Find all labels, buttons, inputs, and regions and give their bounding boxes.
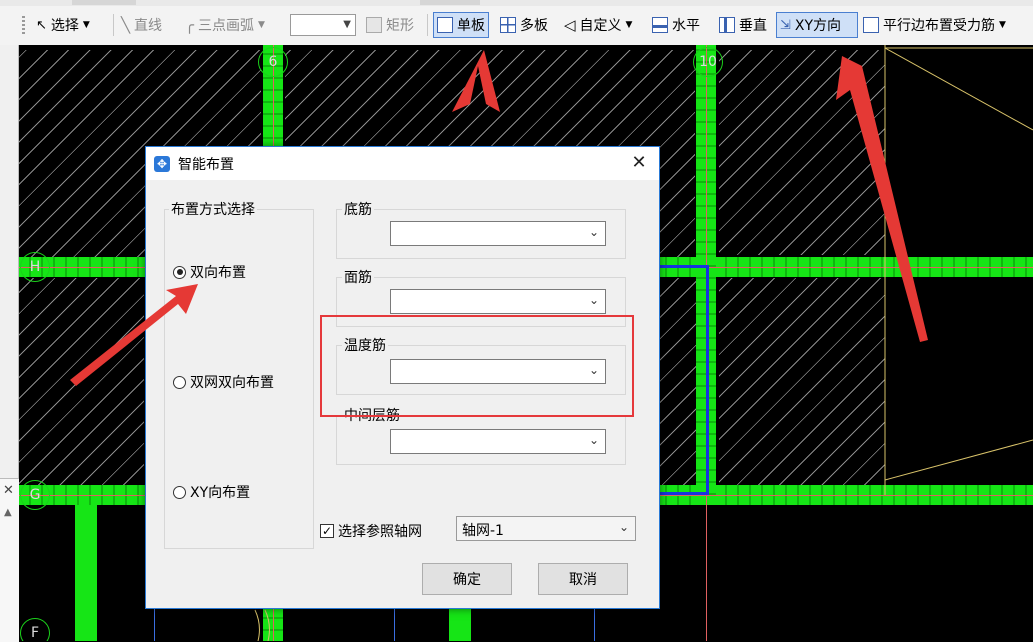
close-icon[interactable]: ✕ [629,153,649,173]
horizontal-button[interactable]: 水平 [652,12,700,38]
single-slab-icon [437,17,453,33]
pointer-icon: ↖ [36,17,47,33]
dialog-title-bar[interactable]: ✥ 智能布置 ✕ [146,147,659,180]
line-button[interactable]: ╲ 直线 [121,12,162,38]
rebar-line [594,605,595,641]
radio-xy[interactable]: XY向布置 [173,482,250,502]
vertical-icon [719,17,735,33]
checkbox-checked-icon: ✓ [320,524,334,538]
axis-bubble-top-b: 10 [693,47,723,77]
chevron-down-icon: ⌄ [588,225,599,239]
rebar-line [154,605,155,641]
vertical-button[interactable]: 垂直 [719,12,767,38]
axis-bubble-top-a: 6 [258,47,288,77]
axis-bubble-row-c: F [20,618,50,641]
caret-down-icon: ▼ [258,20,265,30]
temp-rebar-highlight [320,315,634,417]
arc-icon: ╭ [185,16,195,34]
radio-xy-label: XY向布置 [190,485,251,501]
caret-down-icon: ▼ [343,19,351,30]
parallel-label: 平行边布置受力筋 [883,18,995,34]
line-icon: ╲ [121,16,131,34]
move-arrows-icon: ✥ [154,155,170,172]
slab-hatch[interactable] [19,278,144,485]
custom-button[interactable]: ◁ 自定义 ▼ [564,12,632,38]
horizontal-label: 水平 [672,18,700,34]
axis-bubble-row-b: G [20,480,50,510]
smart-layout-dialog: ✥ 智能布置 ✕ 布置方式选择 双向布置 双网双向布置 XY向布置 底筋 ⌄ 面… [145,146,660,609]
slab-hatch[interactable] [719,50,885,255]
horizontal-icon [652,17,668,33]
multi-slab-button[interactable]: 多板 [500,12,548,38]
parallel-edge-icon [863,17,879,33]
radio-checked-icon [173,265,186,279]
single-slab-button[interactable]: 单板 [433,12,489,38]
radio-double-mesh[interactable]: 双网双向布置 [173,372,274,392]
select-button[interactable]: ↖ 选择 ▼ [36,12,90,38]
tab-strip-segment [72,0,136,5]
arc-label: 三点画弧 [198,18,255,34]
chevron-down-icon: ⌄ [618,520,629,534]
rectangle-icon [366,17,382,33]
caret-down-icon: ▼ [82,20,90,30]
cancel-button[interactable]: 取消 [538,563,628,595]
axis-bubble-row-a: H [20,252,50,282]
chevron-down-icon: ⌄ [588,293,599,307]
radio-double-mesh-label: 双网双向布置 [190,375,274,391]
middle-rebar-select[interactable]: ⌄ [390,429,606,454]
toolbar-separator [427,14,428,36]
rebar-line [394,605,395,641]
radio-unchecked-icon [173,485,186,499]
rect-label: 矩形 [386,18,414,34]
radio-unchecked-icon [173,375,186,389]
ref-grid-checkbox[interactable]: ✓ 选择参照轴网 [320,521,422,541]
caret-down-icon: ▼ [625,20,633,30]
top-rebar-select[interactable]: ⌄ [390,289,606,314]
ok-button[interactable]: 确定 [422,563,512,595]
method-group-label: 布置方式选择 [169,199,257,219]
left-panel-lower: ✕ ▲ [0,478,19,642]
ref-grid-select[interactable]: 轴网-1 ⌄ [456,516,636,541]
multi-slab-icon [500,17,516,33]
dialog-title: 智能布置 [178,156,234,173]
parallel-edge-button[interactable]: 平行边布置受力筋 ▼ [863,12,1006,38]
multi-slab-label: 多板 [520,18,548,34]
xy-axes-icon: ⇲ [780,17,791,33]
close-icon[interactable]: ✕ [3,483,14,498]
toolbar-grip[interactable] [22,16,25,34]
toolbar: ↖ 选择 ▼ ╲ 直线 ╭ 三点画弧 ▼ ▼ 矩形 单板 多板 ◁ 自定义 ▼ … [0,0,1033,46]
bottom-rebar-label: 底筋 [342,199,374,219]
top-rebar-label: 面筋 [342,267,374,287]
radio-bidirectional-label: 双向布置 [190,265,246,281]
select-label: 选择 [50,18,79,34]
rect-button[interactable]: 矩形 [366,12,414,38]
xy-direction-button[interactable]: ⇲ XY方向 [776,12,858,38]
xy-label: XY方向 [794,18,842,34]
radio-bidirectional[interactable]: 双向布置 [173,262,246,282]
bottom-rebar-select[interactable]: ⌄ [390,221,606,246]
caret-down-icon: ▼ [999,20,1006,30]
toolbar-separator [113,14,114,36]
vertical-label: 垂直 [739,18,767,34]
tab-strip-segment [420,0,480,5]
ref-grid-value: 轴网-1 [462,523,504,539]
custom-label: 自定义 [579,18,622,34]
slab-hatch[interactable] [719,278,885,485]
scroll-up-icon[interactable]: ▲ [4,507,12,518]
chevron-down-icon: ⌄ [588,433,599,447]
custom-shape-icon: ◁ [564,16,576,34]
line-label: 直线 [134,18,163,34]
arc-button[interactable]: ╭ 三点画弧 ▼ [185,12,265,38]
style-combo[interactable]: ▼ [290,14,356,36]
single-slab-label: 单板 [457,18,485,34]
ref-grid-checkbox-label: 选择参照轴网 [338,524,422,540]
